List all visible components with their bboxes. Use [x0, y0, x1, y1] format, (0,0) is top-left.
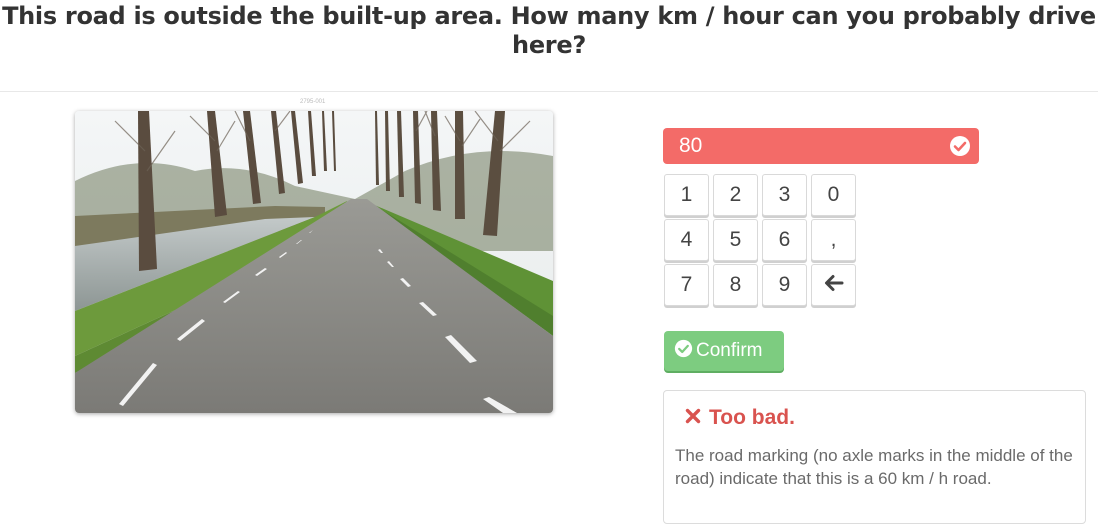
- check-circle-icon: [674, 340, 693, 358]
- question-title: This road is outside the built-up area. …: [2, 2, 1096, 59]
- key-3[interactable]: 3: [762, 174, 807, 216]
- feedback-title-text: Too bad.: [709, 406, 795, 429]
- confirm-label: Confirm: [696, 340, 763, 361]
- road-photo-illustration: [75, 111, 553, 413]
- key-9[interactable]: 9: [762, 264, 807, 306]
- question-header: This road is outside the built-up area. …: [0, 0, 1098, 92]
- feedback-card: Too bad. The road marking (no axle marks…: [663, 390, 1086, 524]
- backspace-key[interactable]: [811, 264, 856, 306]
- answer-value: 80: [679, 134, 703, 157]
- arrow-left-icon: [824, 275, 843, 292]
- key-5[interactable]: 5: [713, 219, 758, 261]
- key-4[interactable]: 4: [664, 219, 709, 261]
- answer-field[interactable]: 80: [663, 128, 979, 164]
- key-2[interactable]: 2: [713, 174, 758, 216]
- feedback-text: The road marking (no axle marks in the m…: [675, 446, 1073, 488]
- key-8[interactable]: 8: [713, 264, 758, 306]
- x-icon: [685, 409, 701, 424]
- key-comma[interactable]: ,: [811, 219, 856, 261]
- check-circle-icon: [950, 136, 970, 156]
- key-7[interactable]: 7: [664, 264, 709, 306]
- confirm-button[interactable]: Confirm: [664, 331, 784, 371]
- key-0[interactable]: 0: [811, 174, 856, 216]
- feedback-title: Too bad.: [685, 405, 795, 431]
- key-1[interactable]: 1: [664, 174, 709, 216]
- question-photo: [75, 111, 553, 413]
- image-tag: 2795-001: [300, 99, 326, 105]
- key-6[interactable]: 6: [762, 219, 807, 261]
